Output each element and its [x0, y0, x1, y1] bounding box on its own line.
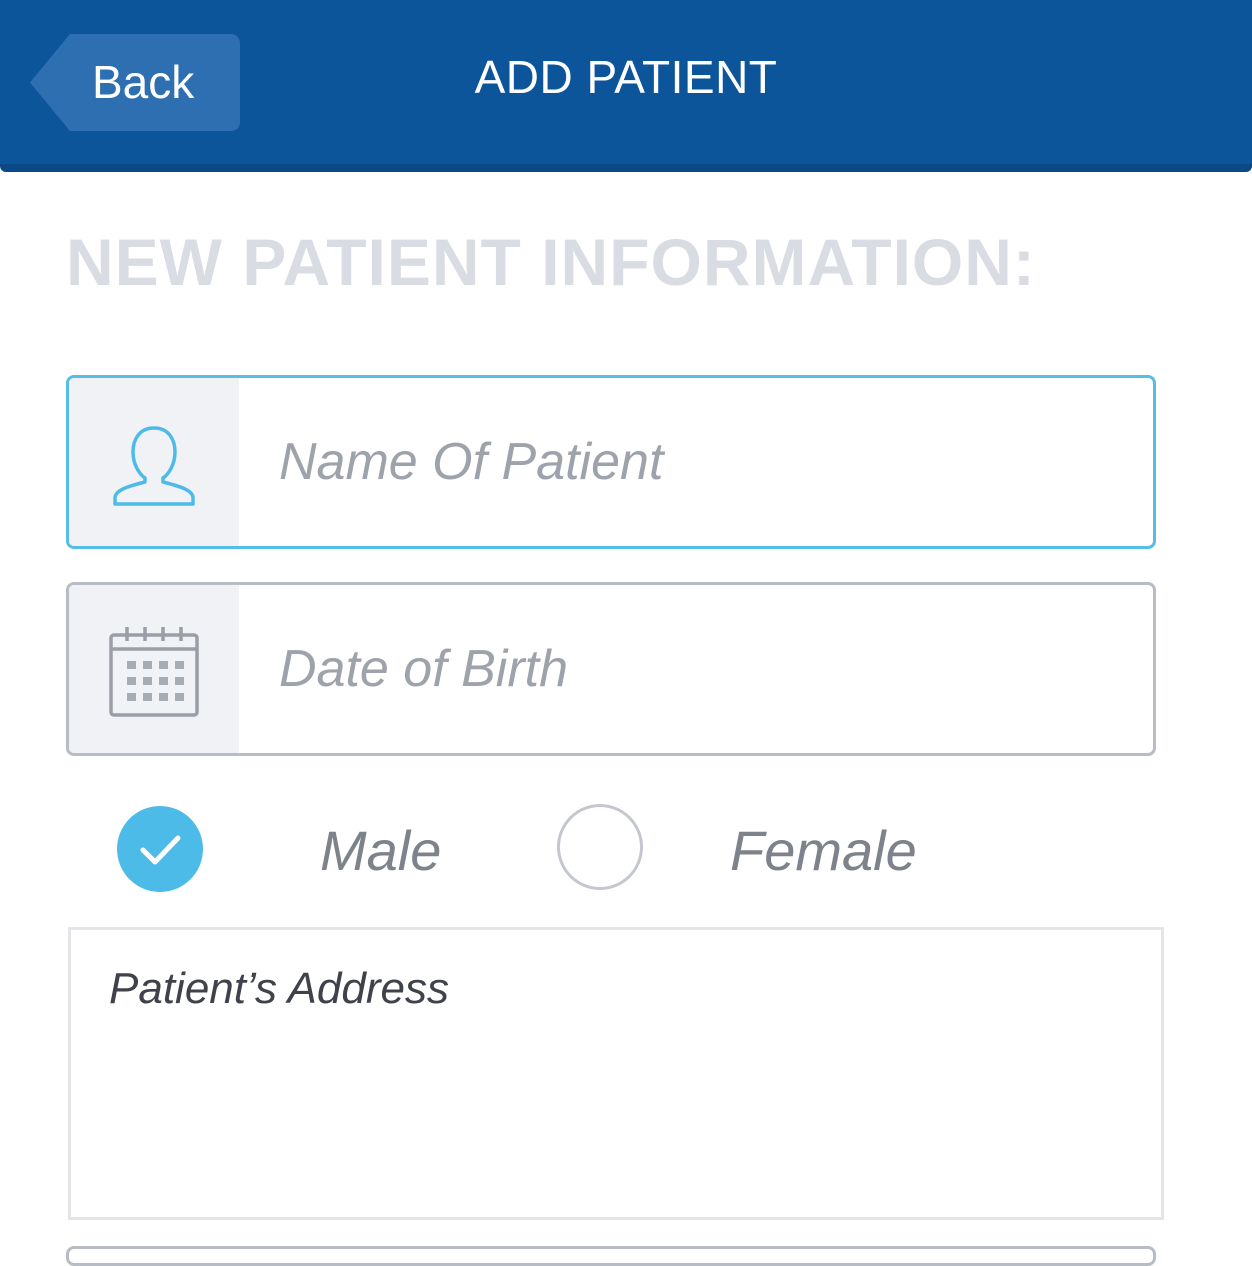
page-title: ADD PATIENT — [474, 51, 778, 103]
name-field-icon-cell — [69, 378, 239, 546]
male-radio[interactable] — [117, 806, 203, 892]
address-textarea[interactable] — [71, 930, 1161, 1217]
name-input[interactable] — [269, 378, 1149, 546]
name-field[interactable] — [66, 375, 1156, 549]
section-heading: NEW PATIENT INFORMATION: — [66, 225, 1036, 299]
checkmark-icon — [140, 835, 181, 865]
calendar-icon — [109, 627, 199, 717]
dob-input[interactable] — [269, 585, 1149, 753]
female-radio[interactable] — [557, 804, 643, 890]
app-header: Back ADD PATIENT — [0, 0, 1252, 172]
next-field-edge — [66, 1246, 1156, 1266]
address-field[interactable] — [68, 927, 1164, 1220]
user-icon — [113, 426, 195, 506]
female-label[interactable]: Female — [730, 818, 917, 883]
dob-field[interactable] — [66, 582, 1156, 756]
male-label[interactable]: Male — [320, 818, 441, 883]
dob-field-icon-cell — [69, 585, 239, 753]
